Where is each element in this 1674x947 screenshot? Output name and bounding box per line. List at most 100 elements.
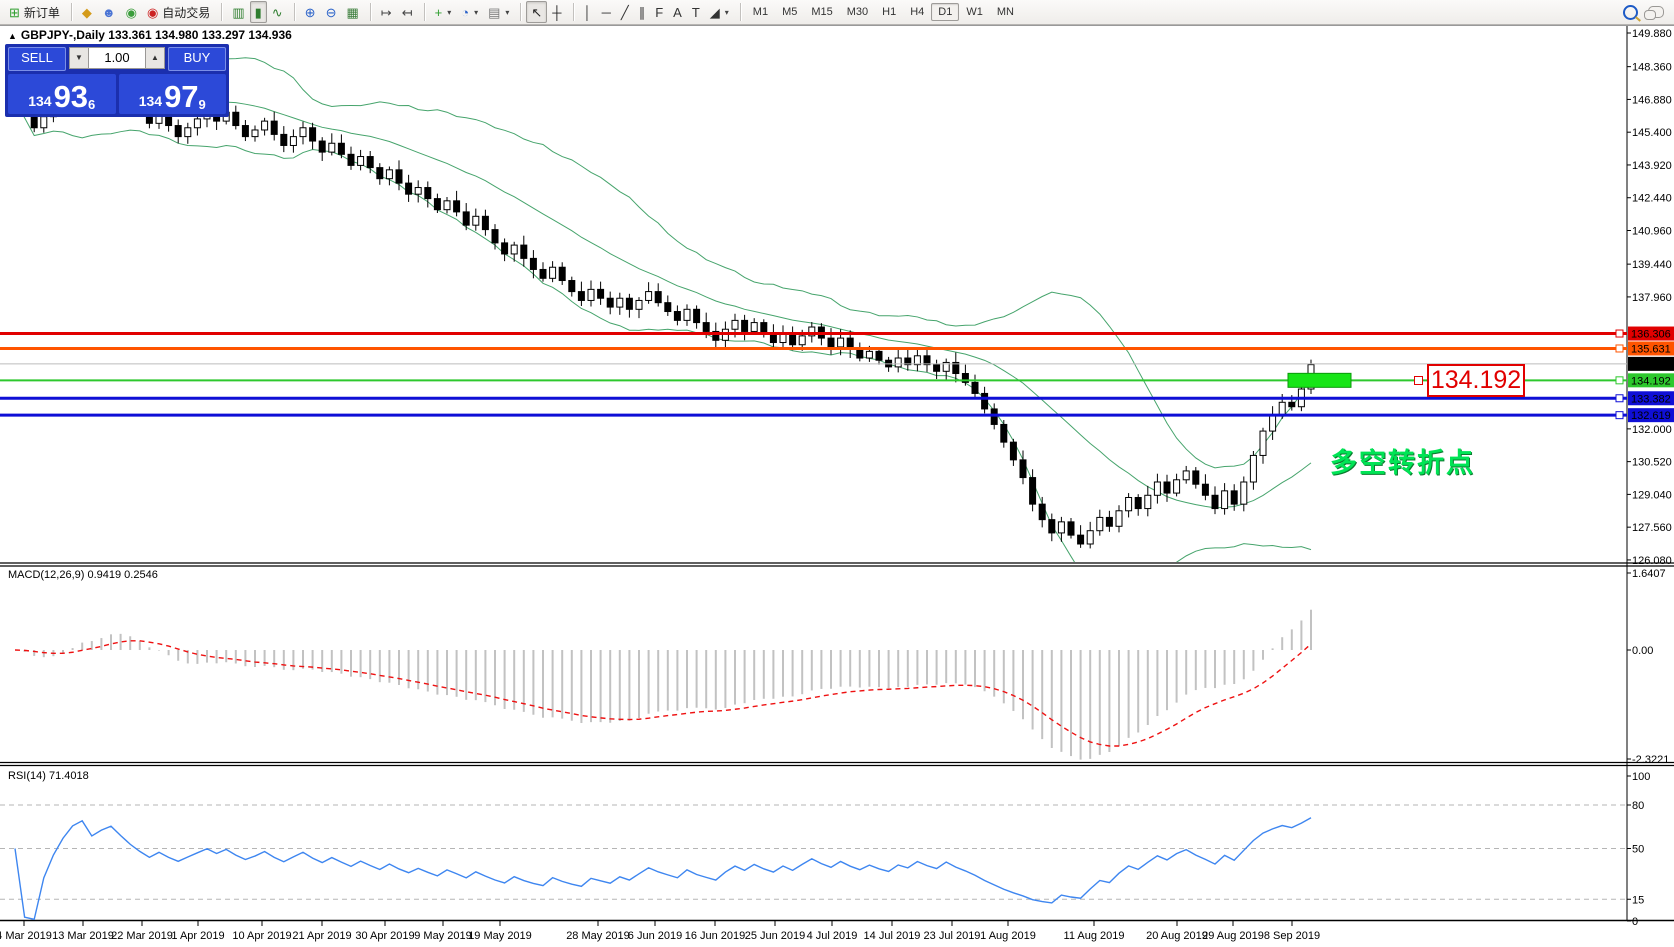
timeframe-m30[interactable]: M30 [840,3,875,21]
chart-title: ▲ GBPJPY-,Daily 133.361 134.980 133.297 1… [8,28,292,42]
auto-trading-icon: ◉ [146,4,159,20]
turning-point-annotation[interactable]: 多空转折点 [1330,441,1475,480]
auto-trading-button[interactable]: ◉ 自动交易 [142,1,215,23]
templates-dropdown-icon[interactable]: ▾ [505,8,509,17]
equidistant-channel-button[interactable]: ∥ [634,1,651,23]
zoom-in-button[interactable]: ⊕ [300,1,321,23]
periods-icon: ◔ [461,4,470,20]
svg-text:130.520: 130.520 [1632,457,1672,469]
sell-price-tile[interactable]: 134 93 6 [8,74,116,114]
chart-shift-icon: ↤ [401,4,413,20]
sell-price-prefix: 134 [28,93,52,109]
indicators-icon: + [434,4,443,20]
volume-input[interactable]: 1.00 [89,47,145,69]
fibonacci-icon: F [655,4,664,20]
svg-text:134.936: 134.936 [1631,359,1671,371]
auto-scroll-button[interactable]: ↦ [376,1,397,23]
symbol-ohlc-text: GBPJPY-,Daily 133.361 134.980 133.297 13… [20,28,292,42]
buy-price-tile[interactable]: 134 97 9 [118,74,226,114]
line-chart-button[interactable]: ∿ [267,1,288,23]
timeframe-w1[interactable]: W1 [959,3,990,21]
svg-text:4 Mar 2019: 4 Mar 2019 [0,930,52,942]
svg-text:8 Sep 2019: 8 Sep 2019 [1264,930,1320,942]
svg-text:4 Jul 2019: 4 Jul 2019 [807,930,858,942]
svg-text:137.960: 137.960 [1632,292,1672,304]
svg-text:139.440: 139.440 [1632,259,1672,271]
candlestick-chart-icon: ▮ [254,4,262,20]
timeframe-m15[interactable]: M15 [804,3,839,21]
svg-text:145.400: 145.400 [1632,127,1672,139]
svg-text:129.040: 129.040 [1632,489,1672,501]
timeframe-m5[interactable]: M5 [775,3,804,21]
new-order-icon: ⊞ [9,4,20,20]
svg-text:25 Jun 2019: 25 Jun 2019 [745,930,806,942]
templates-icon: ▤ [488,4,501,20]
periods-dropdown-icon[interactable]: ▾ [474,8,478,17]
timeframe-d1[interactable]: D1 [931,3,960,21]
chart-shift-button[interactable]: ↤ [397,1,418,23]
equidistant-channel-icon: ∥ [638,4,646,20]
order-book-button[interactable]: ◆ [77,1,97,23]
svg-text:28 May 2019: 28 May 2019 [566,930,630,942]
tile-windows-button[interactable]: ▦ [341,1,363,23]
one-click-trading-panel: SELL ▼ 1.00 ▲ BUY 134 93 6 134 97 9 [5,44,229,117]
text-label-icon: T [691,4,700,20]
arrow-objects-icon: ◢ [709,4,720,20]
data-window-button[interactable]: ☻ [97,1,121,23]
bar-chart-button[interactable]: ▥ [227,1,249,23]
indicators-button[interactable]: + ▾ [430,1,457,23]
crosshair-button[interactable]: ┼ [547,1,566,23]
market-signal-button[interactable]: ◉ [121,1,142,23]
timeframe-h4[interactable]: H4 [903,3,931,21]
zoom-out-button[interactable]: ⊖ [321,1,342,23]
periods-button[interactable]: ◔ ▾ [456,1,483,23]
buy-price-sup: 9 [198,97,206,112]
svg-text:30 Apr 2019: 30 Apr 2019 [355,930,414,942]
new-order-label: 新订单 [23,5,60,20]
arrow-objects-dropdown-icon[interactable]: ▾ [725,8,729,17]
text-label-button[interactable]: T [687,1,705,23]
toolbar-groups: ⊞ 新订单 ◆ ☻ ◉ ◉ 自动交易 ▥ ▮ ∿ ⊕ ⊖ ▦ ↦ ↤ + ▾ ◔ ▾ ▤ ▾ ↖ ┼ │ ─ ╱ ∥ F A T ◢ ▾ M1 M… [0,0,1623,24]
svg-text:136.306: 136.306 [1631,329,1671,341]
toolbar-right [1623,4,1674,20]
templates-button[interactable]: ▤ ▾ [483,1,514,23]
timeframe-h1[interactable]: H1 [875,3,903,21]
svg-text:22 Mar 2019: 22 Mar 2019 [111,930,173,942]
sell-button[interactable]: SELL [8,47,66,71]
svg-text:80: 80 [1632,800,1644,812]
svg-text:142.440: 142.440 [1632,193,1672,205]
tile-windows-icon: ▦ [346,4,359,20]
timeframe-m1[interactable]: M1 [746,3,775,21]
svg-text:0.00: 0.00 [1632,645,1653,657]
svg-text:13 Mar 2019: 13 Mar 2019 [52,930,114,942]
svg-text:50: 50 [1632,844,1644,856]
trendline-anchor[interactable] [1414,376,1423,385]
search-icon[interactable] [1623,4,1638,20]
cursor-icon: ↖ [531,4,543,20]
horizontal-line-button[interactable]: ─ [597,1,616,23]
chat-icon[interactable] [1644,6,1664,20]
zoom-in-icon: ⊕ [304,4,316,20]
crosshair-icon: ┼ [552,4,562,20]
trendline-button[interactable]: ╱ [616,1,634,23]
price-annotation-box[interactable]: 134.192 [1427,364,1525,397]
fibonacci-button[interactable]: F [650,1,668,23]
buy-button[interactable]: BUY [168,47,226,71]
line-chart-icon: ∿ [271,4,283,20]
text-button[interactable]: A [668,1,687,23]
cursor-button[interactable]: ↖ [526,1,548,23]
vertical-line-button[interactable]: │ [579,1,597,23]
volume-decrease-button[interactable]: ▼ [69,47,89,69]
svg-text:132.000: 132.000 [1632,424,1672,436]
trendline-icon: ╱ [620,4,629,20]
candlestick-chart-button[interactable]: ▮ [249,1,267,23]
volume-increase-button[interactable]: ▲ [145,47,165,69]
indicators-dropdown-icon[interactable]: ▾ [447,8,451,17]
collapse-panel-icon[interactable]: ▲ [8,31,17,41]
bar-chart-icon: ▥ [232,4,245,20]
arrow-objects-button[interactable]: ◢ ▾ [705,1,734,23]
new-order-button[interactable]: ⊞ 新订单 [4,1,65,23]
svg-text:0: 0 [1632,916,1638,928]
svg-text:148.360: 148.360 [1632,62,1672,74]
timeframe-mn[interactable]: MN [990,3,1021,21]
